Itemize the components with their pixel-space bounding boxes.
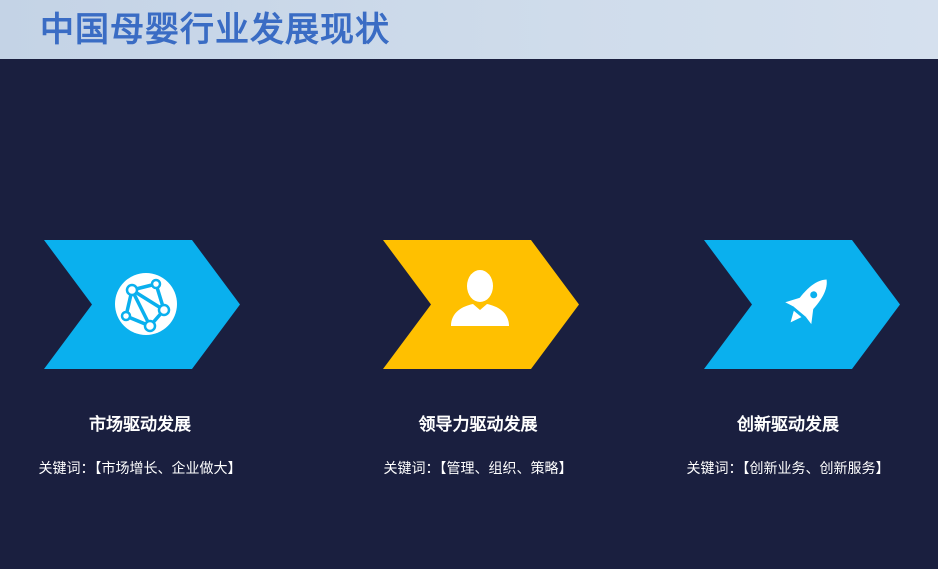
card-keywords: 关键词：【市场增长、企业做大】	[38, 461, 242, 477]
chevron-shape	[704, 240, 900, 369]
chevron-shape	[44, 240, 240, 369]
globe-network-icon	[115, 273, 177, 335]
card-title: 创新驱动发展	[737, 415, 839, 435]
page-title: 中国母婴行业发展现状	[40, 10, 390, 50]
card-title: 市场驱动发展	[89, 415, 191, 435]
header-bar: 中国母婴行业发展现状	[0, 0, 938, 59]
card-title: 领导力驱动发展	[418, 415, 538, 435]
card-keywords: 关键词：【创新业务、创新服务】	[686, 461, 890, 477]
chevron-shape	[383, 240, 579, 369]
card-keywords: 关键词：【管理、组织、策略】	[383, 461, 573, 477]
